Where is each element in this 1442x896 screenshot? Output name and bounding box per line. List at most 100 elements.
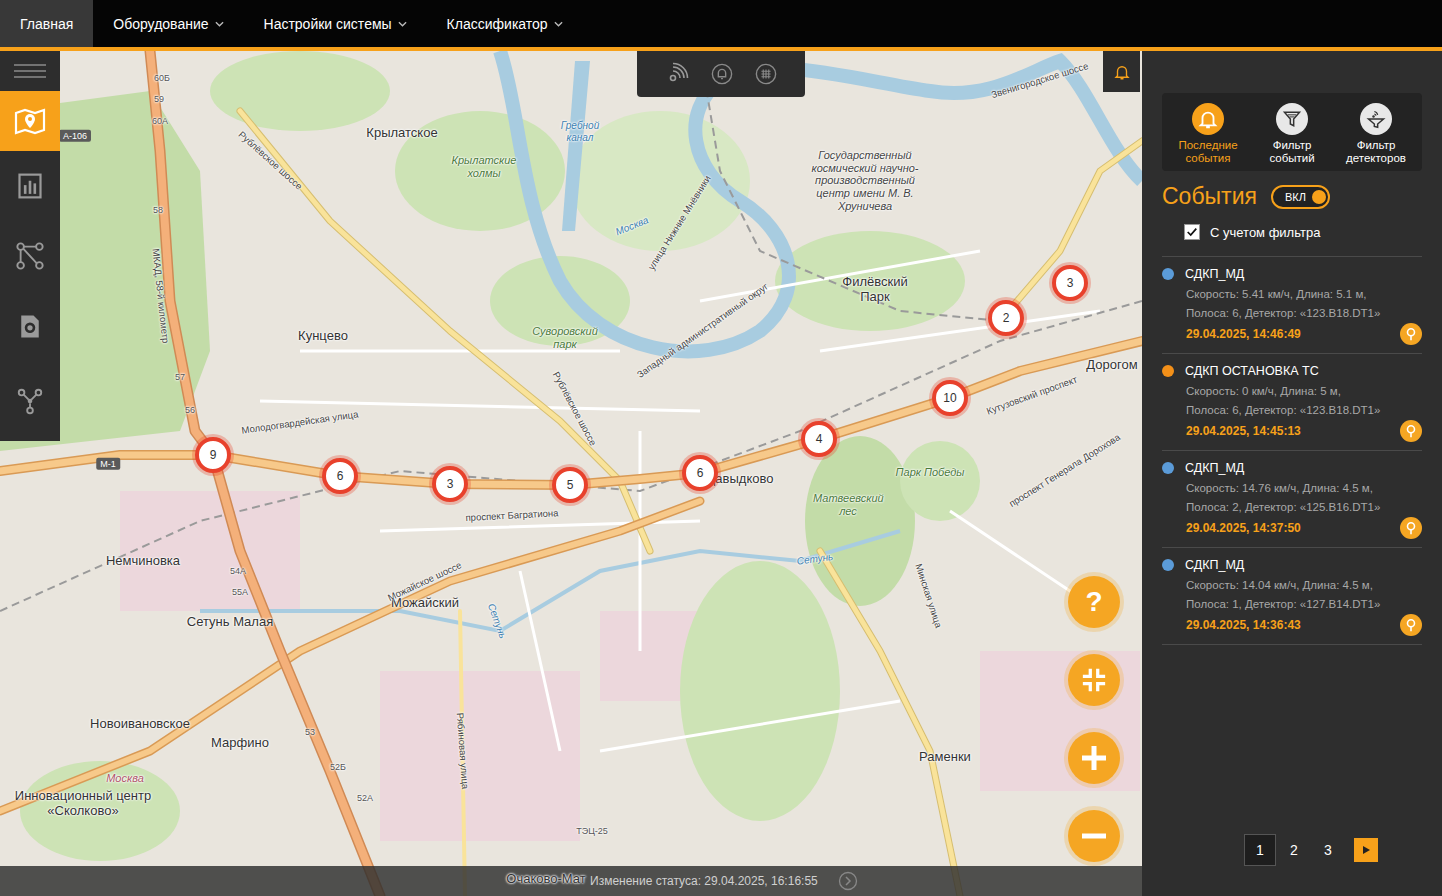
- events-tool-button[interactable]: Последние события: [1170, 103, 1246, 165]
- zoom-out-button[interactable]: [1068, 810, 1120, 862]
- route-graph-icon: [15, 241, 45, 271]
- map-label: 56: [185, 405, 195, 415]
- chevron-down-icon: [398, 21, 407, 27]
- event-item[interactable]: СДКП_МД Скорость: 5.41 км/ч, Длина: 5.1 …: [1162, 257, 1422, 354]
- events-toggle[interactable]: ВКЛ: [1271, 185, 1330, 209]
- event-item[interactable]: СДКП ОСТАНОВКА ТС Скорость: 0 км/ч, Длин…: [1162, 354, 1422, 451]
- top-nav: Главная Оборудование Настройки системы К…: [0, 0, 1442, 51]
- tool-icon-circle: [1360, 103, 1392, 135]
- filter-label: С учетом фильтра: [1210, 225, 1320, 240]
- map-label: 54А: [230, 566, 246, 576]
- page-button[interactable]: 3: [1312, 834, 1344, 866]
- nav-tab[interactable]: Главная: [0, 0, 93, 47]
- events-tool-button[interactable]: Фильтр детекторов: [1338, 103, 1414, 165]
- pin-icon: [1404, 424, 1418, 438]
- event-item[interactable]: СДКП_МД Скорость: 14.04 км/ч, Длина: 4.5…: [1162, 548, 1422, 645]
- pagination: 123: [1162, 834, 1422, 866]
- page-button[interactable]: 1: [1244, 834, 1276, 866]
- detectors-layer-button[interactable]: [665, 62, 689, 86]
- toggle-label: ВКЛ: [1285, 191, 1306, 203]
- events-panel: Последние события Фильтр событий Фильтр …: [1142, 51, 1442, 896]
- event-detail: Полоса: 6, Детектор: «123.B18.DT1»: [1162, 304, 1422, 323]
- arrow-circle-icon[interactable]: [838, 871, 858, 891]
- filter-checkbox[interactable]: [1184, 224, 1200, 240]
- tool-label: Последние события: [1170, 139, 1246, 165]
- nav-tab-label: Классификатор: [447, 16, 548, 32]
- map-cluster-marker[interactable]: 5: [552, 467, 588, 503]
- map-label: Гребной канал: [555, 120, 605, 143]
- status-text: Изменение статуса: 29.04.2025, 16:16:55: [590, 874, 818, 888]
- map-cluster-marker[interactable]: 3: [1052, 265, 1088, 301]
- nav-tab[interactable]: Классификатор: [427, 0, 583, 47]
- network-icon: [15, 386, 45, 416]
- map-cluster-marker[interactable]: 10: [932, 380, 968, 416]
- show-on-map-button[interactable]: [1400, 420, 1422, 442]
- show-on-map-button[interactable]: [1400, 323, 1422, 345]
- map-cluster-marker[interactable]: 6: [682, 455, 718, 491]
- map-label: А-106: [59, 130, 91, 142]
- plus-icon: [1080, 744, 1108, 772]
- next-page-button[interactable]: [1354, 838, 1378, 862]
- map-label: 60Б: [154, 73, 170, 83]
- page-button[interactable]: 2: [1278, 834, 1310, 866]
- chevron-down-icon: [215, 21, 224, 27]
- map-cluster-marker[interactable]: 6: [322, 458, 358, 494]
- event-detail: Полоса: 1, Детектор: «127.B14.DT1»: [1162, 595, 1422, 614]
- map-label: Марфино: [211, 736, 269, 751]
- menu-button[interactable]: [0, 51, 60, 91]
- event-header: СДКП_МД: [1162, 461, 1422, 475]
- filter-checkbox-row[interactable]: С учетом фильтра: [1184, 224, 1422, 240]
- event-time: 29.04.2025, 14:46:49: [1186, 327, 1301, 341]
- sidebar-item[interactable]: [0, 221, 60, 291]
- map-label: Филёвский Парк: [840, 275, 910, 305]
- pin-icon: [1404, 521, 1418, 535]
- filter-list-icon: [1282, 109, 1302, 129]
- grid-layer-button[interactable]: [755, 63, 777, 85]
- show-on-map-button[interactable]: [1400, 614, 1422, 636]
- event-time: 29.04.2025, 14:36:43: [1186, 618, 1301, 632]
- events-header: События ВКЛ: [1162, 183, 1422, 210]
- sidebar-item[interactable]: [0, 151, 60, 221]
- event-header: СДКП_МД: [1162, 267, 1422, 281]
- map-toolbar: [637, 51, 805, 97]
- tool-icon-circle: [1276, 103, 1308, 135]
- map-cluster-marker[interactable]: 3: [432, 466, 468, 502]
- events-list: СДКП_МД Скорость: 5.41 км/ч, Длина: 5.1 …: [1162, 256, 1422, 645]
- map-label: Крылатское: [366, 126, 437, 141]
- minus-icon: [1080, 822, 1108, 850]
- fit-view-button[interactable]: [1068, 654, 1120, 706]
- show-on-map-button[interactable]: [1400, 517, 1422, 539]
- bell-icon: [1197, 108, 1219, 130]
- map-label: ТЭЦ-25: [576, 826, 608, 836]
- map-label: Крылатские холмы: [449, 154, 519, 179]
- events-tool-button[interactable]: Фильтр событий: [1254, 103, 1330, 165]
- map-label: Новоивановское: [90, 717, 190, 732]
- nav-tab[interactable]: Настройки системы: [244, 0, 427, 47]
- sidebar-item[interactable]: [0, 91, 60, 151]
- map-label: 57: [175, 372, 185, 382]
- map-cluster-marker[interactable]: 4: [801, 421, 837, 457]
- notifications-button[interactable]: [1103, 51, 1140, 92]
- event-title: СДКП_МД: [1185, 267, 1244, 281]
- events-layer-button[interactable]: [711, 63, 733, 85]
- bell-circle-icon: [711, 63, 733, 85]
- map-cluster-marker[interactable]: 9: [195, 437, 231, 473]
- sidebar-item[interactable]: [0, 291, 60, 361]
- event-time: 29.04.2025, 14:37:50: [1186, 521, 1301, 535]
- map-label: Немчиновка: [106, 554, 180, 569]
- map-label: 55А: [232, 587, 248, 597]
- help-button[interactable]: ?: [1068, 576, 1120, 628]
- event-detail: Полоса: 6, Детектор: «123.B18.DT1»: [1162, 401, 1422, 420]
- event-item[interactable]: СДКП_МД Скорость: 14.76 км/ч, Длина: 4.5…: [1162, 451, 1422, 548]
- map[interactable]: КрылатскоеГребной каналКрылатские холмыК…: [0, 51, 1142, 896]
- map-label: Парк Победы: [896, 466, 965, 479]
- radar-icon: [665, 62, 689, 86]
- zoom-in-button[interactable]: [1068, 732, 1120, 784]
- app: Главная Оборудование Настройки системы К…: [0, 0, 1442, 896]
- sidebar-item[interactable]: [0, 361, 60, 441]
- map-label: Дорогом: [1086, 358, 1137, 373]
- pin-icon: [1404, 327, 1418, 341]
- nav-tab[interactable]: Оборудование: [93, 0, 243, 47]
- main-area: КрылатскоеГребной каналКрылатские холмыК…: [0, 51, 1442, 896]
- map-cluster-marker[interactable]: 2: [988, 300, 1024, 336]
